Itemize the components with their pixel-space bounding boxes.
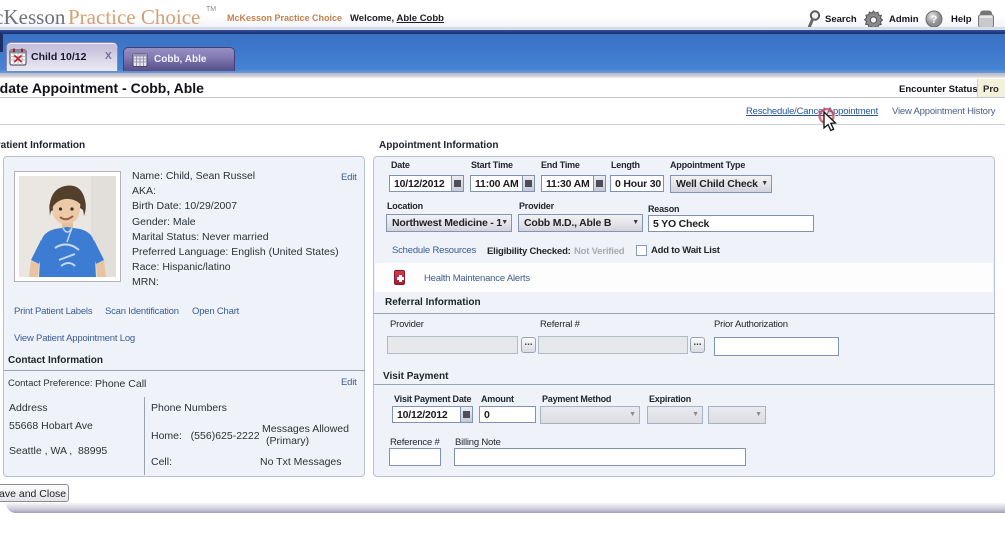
svg-text:?: ?	[931, 14, 938, 26]
